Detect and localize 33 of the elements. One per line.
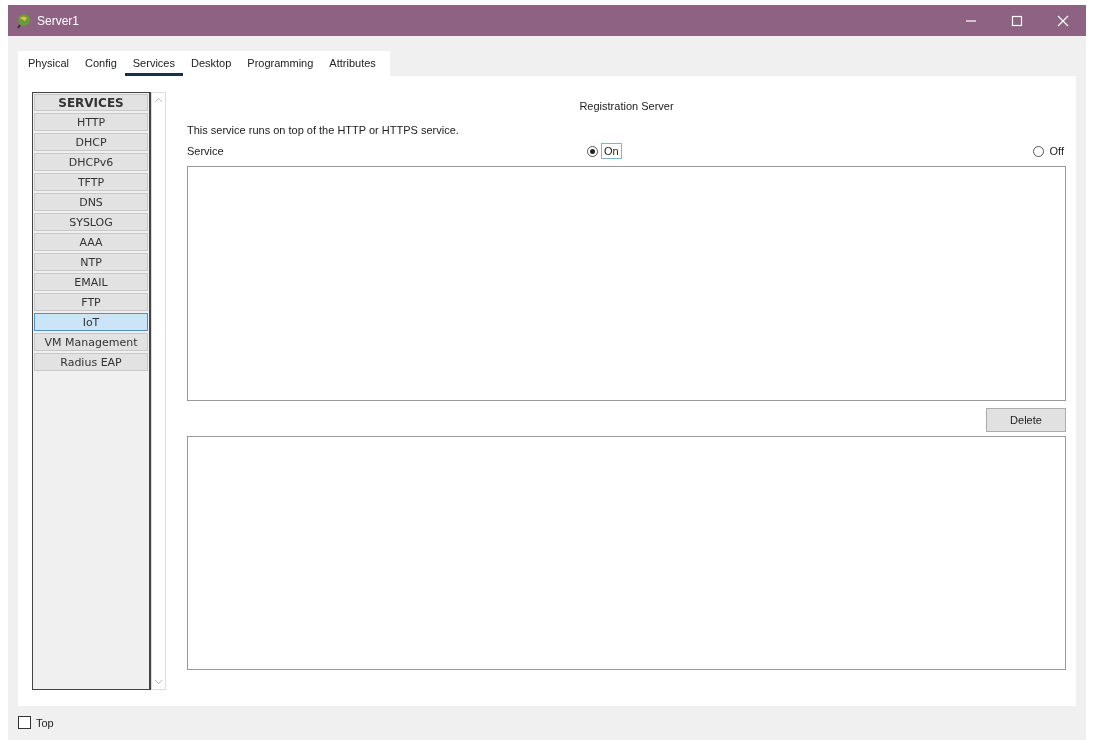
list-item[interactable]: HTTP	[34, 113, 148, 131]
list-item[interactable]: DNS	[34, 193, 148, 211]
chevron-up-icon[interactable]	[154, 97, 163, 103]
list-item[interactable]: TFTP	[34, 173, 148, 191]
service-label: Service	[187, 145, 225, 157]
tab[interactable]: Programming	[239, 51, 322, 76]
description-text: This service runs on top of the HTTP or HTTPS service.	[187, 124, 460, 138]
list-item[interactable]: DHCPv6	[34, 153, 148, 171]
list-item[interactable]: DHCP	[34, 133, 148, 151]
tab[interactable]: Physical	[20, 51, 77, 76]
list-item[interactable]: NTP	[34, 253, 148, 271]
list-item[interactable]: VM Management	[34, 333, 148, 351]
chevron-down-icon[interactable]	[154, 679, 163, 685]
checkbox[interactable]	[18, 716, 31, 729]
checkbox-label: Top	[36, 716, 54, 729]
list-item[interactable]: FTP	[34, 293, 148, 311]
radio-label[interactable]: On	[602, 144, 621, 158]
list-item[interactable]: Radius EAP	[34, 353, 148, 371]
tab[interactable]: Config	[76, 51, 125, 76]
section-title: Registration Server	[578, 100, 675, 114]
radio-label[interactable]: Off	[1047, 144, 1066, 158]
tab[interactable]: Attributes	[321, 51, 384, 76]
window-title: Server1	[37, 13, 80, 28]
list-item[interactable]: IoT	[34, 313, 148, 331]
delete-button[interactable]: Delete	[986, 408, 1066, 432]
list-header: SERVICES	[34, 94, 148, 111]
list-item[interactable]: EMAIL	[34, 273, 148, 291]
list-item[interactable]: AAA	[34, 233, 148, 251]
close-icon[interactable]	[1057, 14, 1069, 27]
list-item[interactable]: SYSLOG	[34, 213, 148, 231]
maximize-icon[interactable]	[1011, 14, 1023, 27]
scroll-bar[interactable]	[151, 92, 166, 690]
tab[interactable]: Desktop	[182, 51, 240, 76]
